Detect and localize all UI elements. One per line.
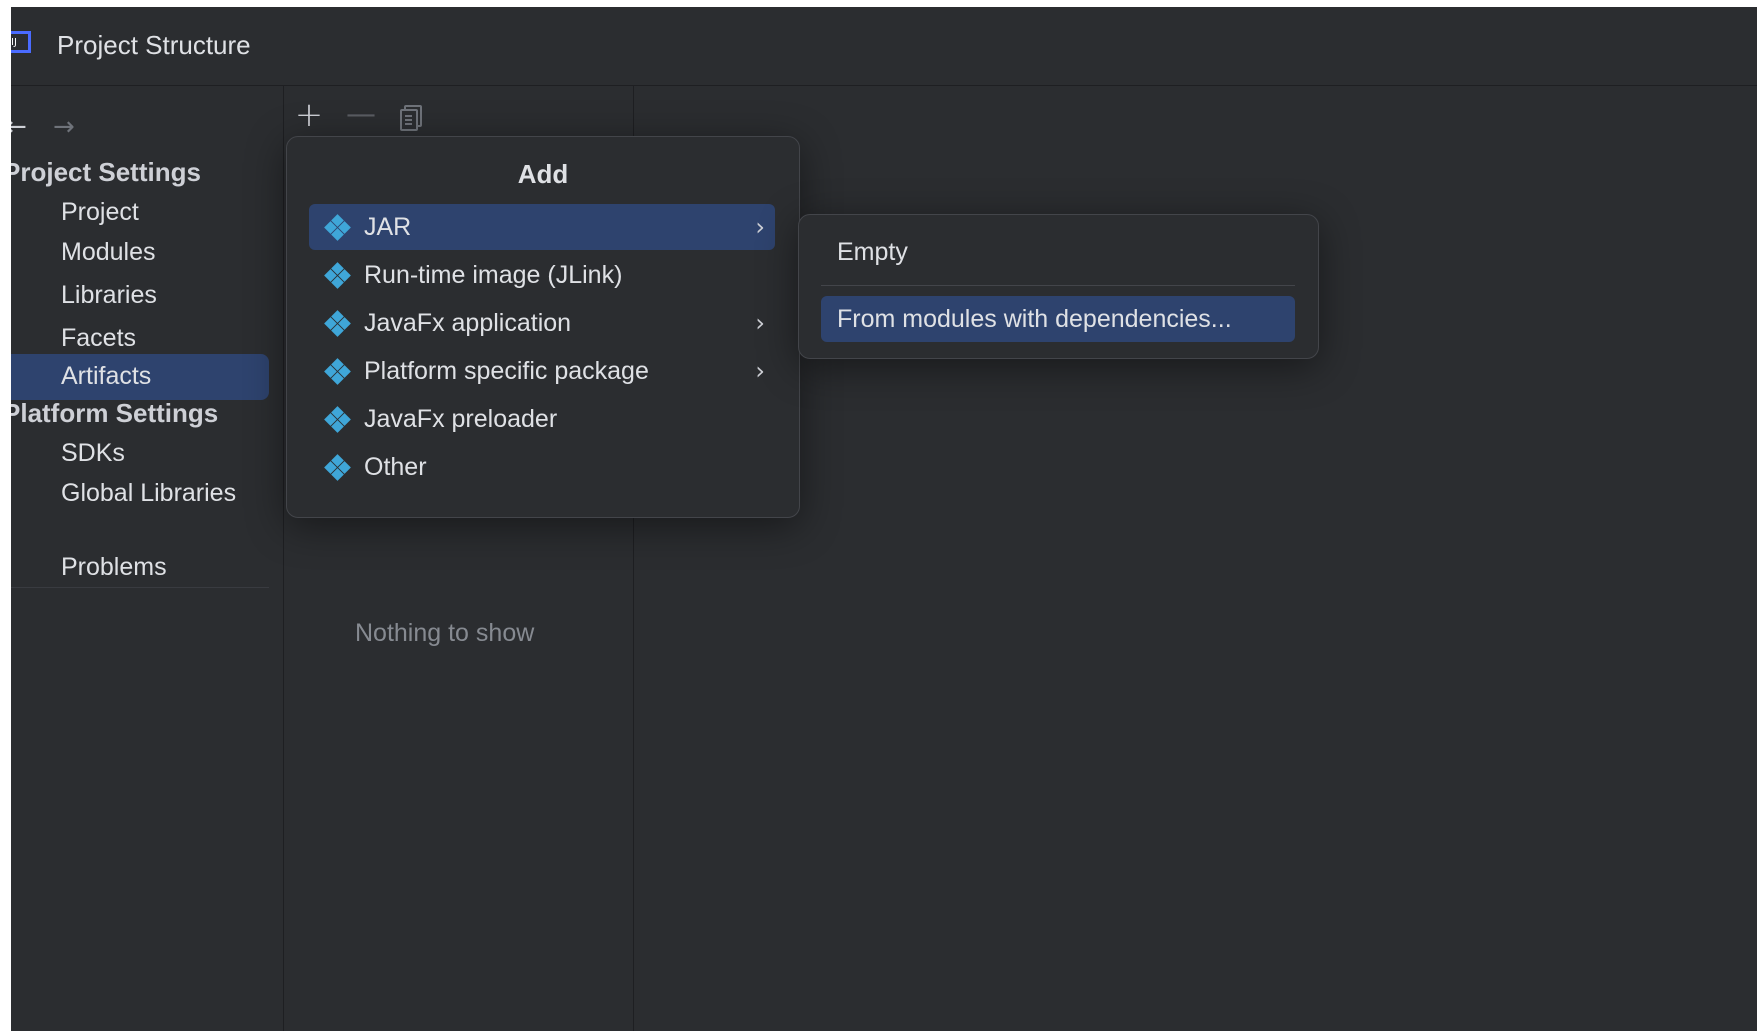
menu-item-label: Run-time image (JLink)	[364, 261, 623, 289]
submenu-item-label: Empty	[837, 238, 908, 266]
copy-icon-line	[405, 119, 412, 121]
nav-item-global-libraries[interactable]: Global Libraries	[11, 470, 269, 516]
back-arrow-icon[interactable]: ←	[11, 112, 27, 142]
artifact-icon	[324, 262, 351, 289]
nav-item-label: Facets	[61, 324, 137, 352]
menu-item-label: Other	[364, 453, 427, 481]
artifact-icon	[324, 454, 351, 481]
intellij-logo-icon: IJ	[11, 31, 31, 53]
chevron-right-icon: ›	[755, 213, 765, 241]
menu-item-label: JavaFx preloader	[364, 405, 558, 433]
title-bar: IJ Project Structure	[11, 7, 1757, 86]
menu-item-other[interactable]: Other	[309, 444, 775, 490]
nav-item-label: Project	[61, 198, 139, 226]
platform-settings-header: Platform Settings	[11, 398, 219, 428]
forward-arrow-icon[interactable]: →	[53, 112, 75, 142]
remove-button[interactable]: —	[344, 98, 378, 132]
nav-item-artifacts[interactable]: Artifacts	[11, 354, 269, 400]
copy-icon-line	[405, 123, 412, 125]
menu-item-label: Platform specific package	[364, 357, 649, 385]
nav-item-label: Problems	[61, 553, 167, 581]
submenu-divider	[821, 285, 1295, 286]
menu-item-jar[interactable]: JAR ›	[309, 204, 775, 250]
menu-item-runtime-image[interactable]: Run-time image (JLink)	[309, 252, 775, 298]
copy-icon[interactable]	[395, 98, 429, 132]
empty-state-text: Nothing to show	[355, 619, 535, 647]
menu-item-javafx-preloader[interactable]: JavaFx preloader	[309, 396, 775, 442]
window-title: Project Structure	[57, 30, 251, 60]
project-settings-header: Project Settings	[11, 157, 201, 187]
nav-item-label: Libraries	[61, 281, 157, 309]
project-structure-window: IJ Project Structure ← → Project Setting…	[11, 7, 1757, 1031]
submenu-item-label: From modules with dependencies...	[837, 305, 1232, 333]
submenu-item-empty[interactable]: Empty	[821, 229, 1295, 275]
add-popup-menu: Add JAR › Run-time image (JLink) JavaFx …	[286, 136, 800, 518]
menu-item-label: JavaFx application	[364, 309, 572, 337]
nav-item-label: SDKs	[61, 439, 125, 467]
copy-icon-front	[400, 109, 418, 131]
popup-title: Add	[517, 159, 569, 189]
nav-item-libraries[interactable]: Libraries	[11, 272, 269, 318]
artifact-icon	[324, 310, 351, 337]
submenu-item-from-modules[interactable]: From modules with dependencies...	[821, 296, 1295, 342]
logo-text: IJ	[11, 37, 17, 48]
nav-item-modules[interactable]: Modules	[11, 229, 269, 275]
nav-item-label: Modules	[61, 238, 156, 266]
artifact-icon	[324, 406, 351, 433]
add-button[interactable]: +	[292, 98, 326, 132]
left-navigation: ← → Project Settings Project Modules Lib…	[11, 86, 284, 1031]
menu-item-javafx-application[interactable]: JavaFx application ›	[309, 300, 775, 346]
menu-item-label: JAR	[364, 213, 412, 241]
screen: IJ Project Structure ← → Project Setting…	[0, 0, 1757, 1031]
nav-arrows: ← →	[11, 112, 111, 142]
nav-item-problems[interactable]: Problems	[11, 544, 269, 590]
menu-item-platform-specific-package[interactable]: Platform specific package ›	[309, 348, 775, 394]
chevron-right-icon: ›	[755, 309, 765, 337]
nav-item-label: Global Libraries	[61, 479, 237, 507]
copy-icon-line	[405, 115, 412, 117]
artifact-icon	[324, 214, 351, 241]
nav-item-label: Artifacts	[61, 362, 152, 390]
chevron-right-icon: ›	[755, 357, 765, 385]
jar-submenu: Empty From modules with dependencies...	[798, 214, 1319, 359]
artifact-icon	[324, 358, 351, 385]
